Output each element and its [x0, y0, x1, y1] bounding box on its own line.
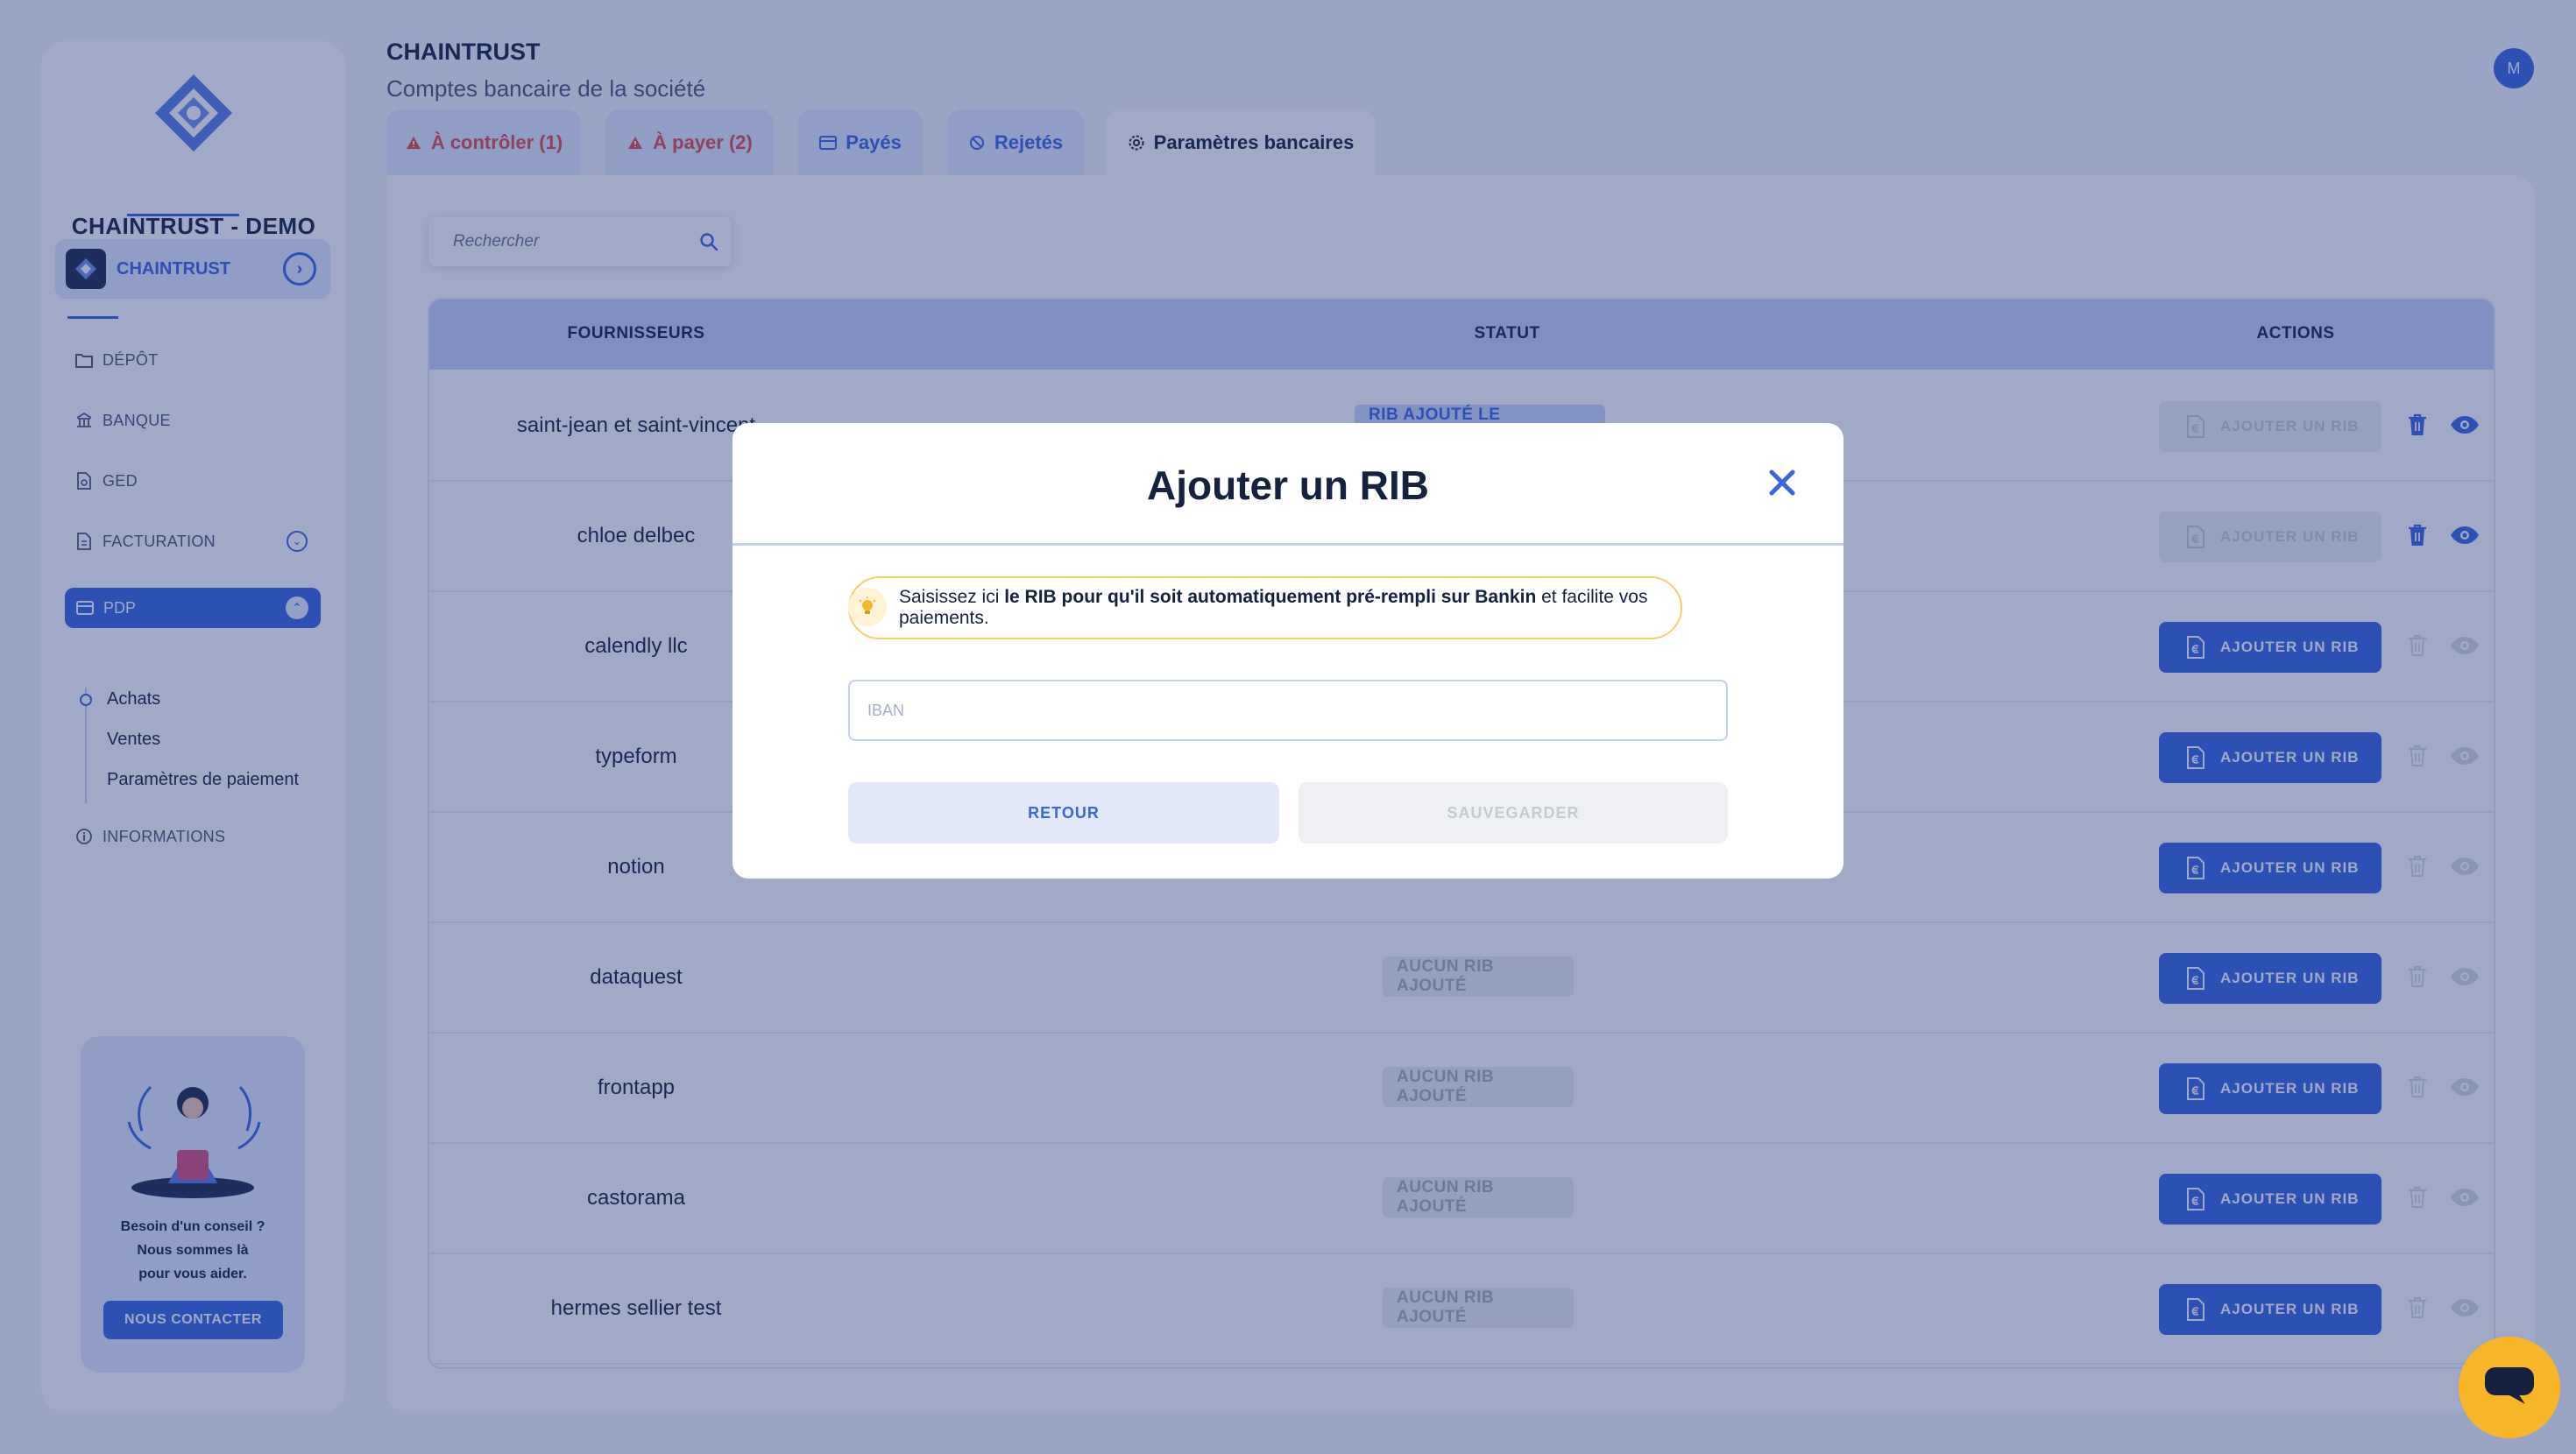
modal-title: Ajouter un RIB: [1147, 462, 1429, 508]
back-button[interactable]: RETOUR: [848, 782, 1279, 843]
add-rib-modal: Ajouter un RIB Saisissez ici le RIB pour…: [732, 423, 1844, 879]
hint-bold: le RIB pour qu'il soit automatiquement p…: [1004, 587, 1537, 607]
hint-prefix: Saisissez ici: [899, 587, 1005, 607]
close-icon[interactable]: [1763, 463, 1801, 502]
modal-divider: [732, 543, 1844, 546]
chat-widget-button[interactable]: [2459, 1337, 2560, 1438]
chat-bubble-icon: [2483, 1364, 2536, 1412]
save-button[interactable]: SAUVEGARDER: [1299, 782, 1728, 843]
lightbulb-icon: [848, 588, 887, 626]
iban-field[interactable]: [848, 680, 1728, 741]
rib-hint-banner: Saisissez ici le RIB pour qu'il soit aut…: [848, 576, 1682, 639]
hint-text: Saisissez ici le RIB pour qu'il soit aut…: [899, 587, 1681, 629]
